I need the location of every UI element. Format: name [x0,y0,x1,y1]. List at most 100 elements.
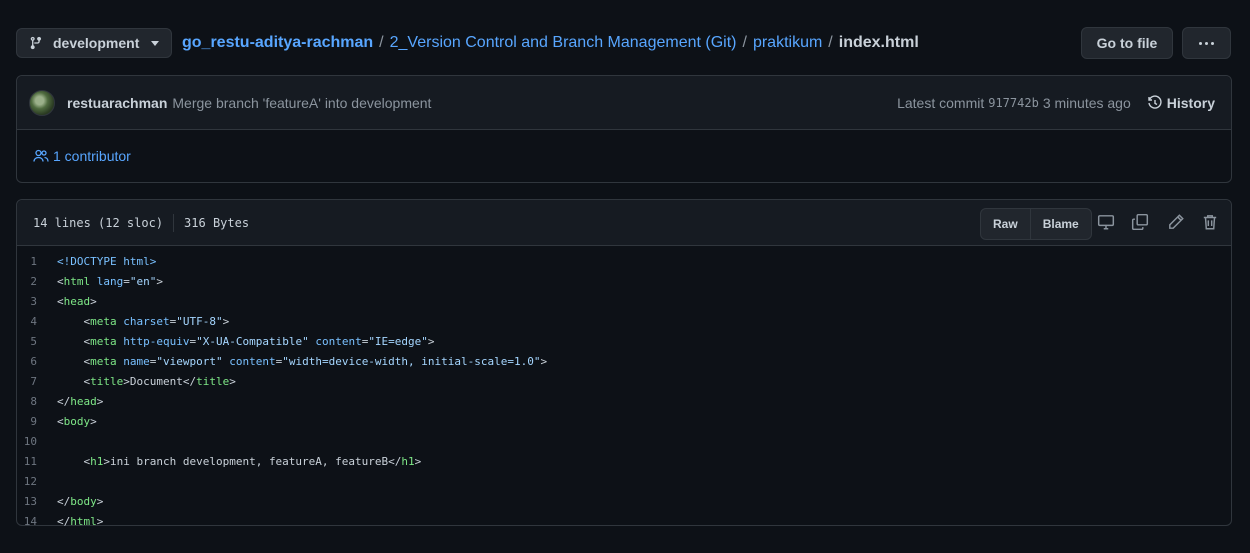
history-icon [1148,94,1162,109]
line-content: <meta name="viewport" content="width=dev… [57,355,547,368]
line-number[interactable]: 5 [17,335,57,348]
code-token: >Document</ [123,374,197,388]
code-line: 11 <h1>ini branch development, featureA,… [17,451,1231,471]
git-branch-icon [30,36,42,50]
code-token: < [57,454,91,468]
code-token: > [222,314,230,328]
line-number[interactable]: 14 [17,515,57,528]
line-number[interactable]: 6 [17,355,57,368]
line-content: <head> [57,295,97,308]
copy-icon[interactable] [1131,213,1149,231]
go-to-file-button[interactable]: Go to file [1081,27,1173,59]
code-token: < [57,374,91,388]
breadcrumb-repo-link[interactable]: go_restu-aditya-rachman [182,34,373,51]
code-token: meta [90,314,117,328]
line-content: <body> [57,415,97,428]
line-number[interactable]: 4 [17,315,57,328]
line-number[interactable]: 7 [17,375,57,388]
trash-icon[interactable] [1201,213,1219,231]
code-token: meta [90,354,117,368]
code-token: body [70,494,97,508]
code-token: title [90,374,124,388]
code-token: "X-UA-Compatible" [196,334,309,348]
code-token: < [57,294,64,308]
code-token: >ini branch development, featureA, featu… [103,454,402,468]
code-token: > [156,274,163,288]
code-token: h1 [90,454,104,468]
latest-commit-label: Latest commit [897,94,985,111]
contributors-link[interactable]: 1 contributor [33,148,131,164]
code-line: 14 </html> [17,511,1231,531]
blame-button[interactable]: Blame [1029,209,1091,239]
breadcrumb-subfolder-link[interactable]: praktikum [753,34,822,51]
code-token: html [63,274,91,288]
code-token: < [57,274,64,288]
breadcrumb-separator: / [742,34,747,51]
code-token: < [57,334,91,348]
more-options-button[interactable] [1182,27,1231,59]
code-token: lang [96,274,124,288]
code-token: > [96,394,104,408]
line-number[interactable]: 12 [17,475,57,488]
line-content: <h1>ini branch development, featureA, fe… [57,455,421,468]
commit-sha-link[interactable]: 917742b [988,96,1039,110]
line-number[interactable]: 2 [17,275,57,288]
latest-commit-box: restuarachman Merge branch 'featureA' in… [16,75,1232,183]
avatar[interactable] [29,89,55,116]
code-token: "en" [129,274,157,288]
line-number[interactable]: 8 [17,395,57,408]
commit-author-link[interactable]: restuarachman [67,95,167,111]
code-token: meta [90,334,117,348]
line-number[interactable]: 13 [17,495,57,508]
line-number[interactable]: 9 [17,415,57,428]
code-line: 10 [17,431,1231,451]
file-header: 14 lines (12 sloc) 316 Bytes Raw Blame [17,200,1231,246]
code-token: > [96,494,104,508]
code-token: < [57,354,91,368]
code-token: h1 [401,454,415,468]
code-token: > [414,454,422,468]
code-line: 12 [17,471,1231,491]
commit-message-link[interactable]: Merge branch 'featureA' into development [172,95,431,111]
code-token: </ [57,514,71,528]
code-token: > [90,414,97,428]
code-token: > [90,294,97,308]
line-number[interactable]: 3 [17,295,57,308]
history-link[interactable]: History [1147,95,1215,111]
breadcrumb-current-file: index.html [838,34,919,51]
code-token: </ [57,394,71,408]
line-content: </head> [57,395,103,408]
line-content: </html> [57,515,103,528]
line-content: <title>Document</title> [57,374,235,388]
code-token: "IE=edge" [368,334,428,348]
desktop-icon[interactable] [1097,213,1115,231]
branch-name: development [53,35,140,51]
code-token: > [427,334,435,348]
contributors-row: 1 contributor [17,130,1231,182]
code-token: content [315,334,362,348]
branch-selector-button[interactable]: development [16,28,172,58]
line-number[interactable]: 11 [17,455,57,468]
line-content: <meta http-equiv="X-UA-Compatible" conte… [57,334,435,348]
code-token: < [57,314,91,328]
breadcrumb: go_restu-aditya-rachman / 2_Version Contro… [182,34,919,52]
code-token: body [63,414,91,428]
kebab-dot-icon [1211,41,1214,45]
line-number[interactable]: 10 [17,435,57,448]
history-label: History [1166,94,1215,111]
code-token: content [229,354,276,368]
pencil-icon[interactable] [1167,213,1185,231]
code-line: 4 <meta charset="UTF-8"> [17,311,1231,331]
contributors-label: 1 contributor [53,148,131,164]
code-token: title [196,374,230,388]
code-line: 7 <title>Document</title> [17,371,1231,391]
kebab-dot-icon [1205,41,1208,45]
code-line: 1 <!DOCTYPE html> [17,251,1231,271]
kebab-dot-icon [1199,41,1202,45]
commit-row: restuarachman Merge branch 'featureA' in… [17,76,1231,130]
line-number[interactable]: 1 [17,255,57,268]
code-listing: 1 <!DOCTYPE html> 2 <html lang="en"> 3 <head>… [17,246,1231,531]
raw-button[interactable]: Raw [981,209,1030,239]
breadcrumb-folder-link[interactable]: 2_Version Control and Branch Management … [390,34,737,51]
